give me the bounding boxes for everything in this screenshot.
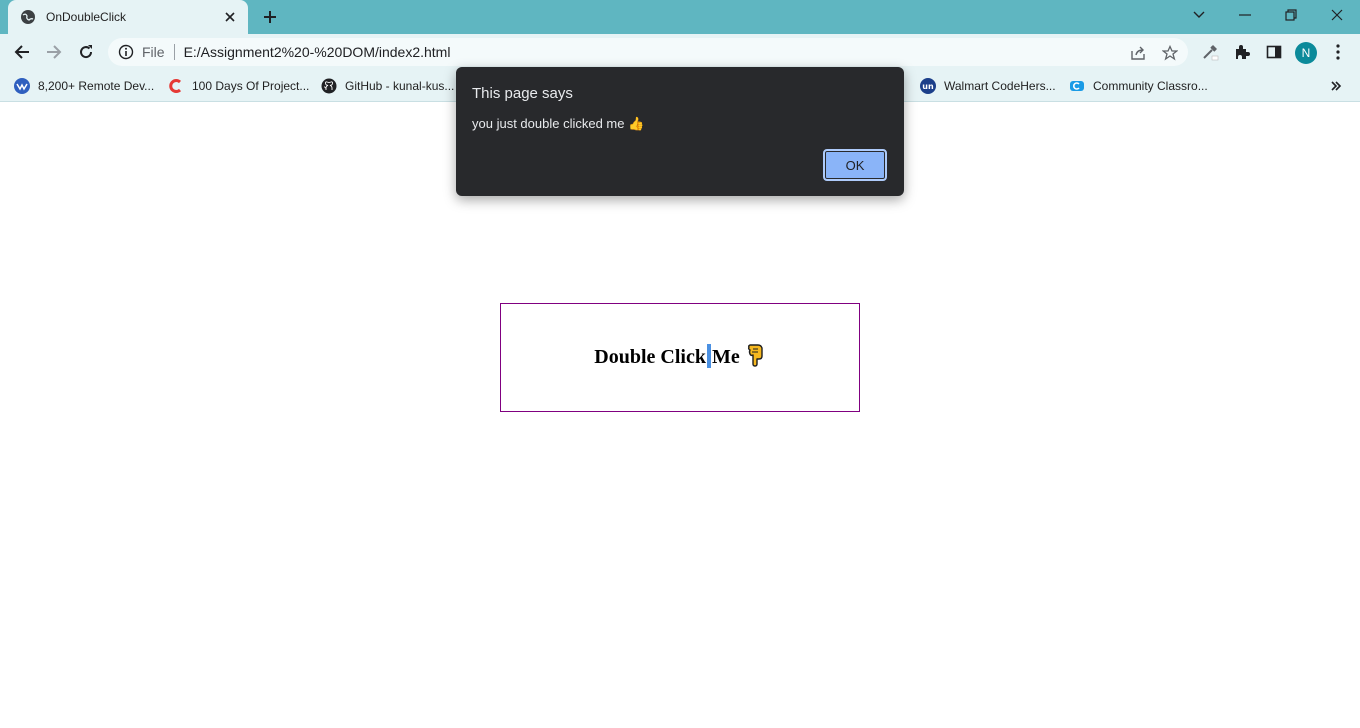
bookmark-item[interactable]: 8,200+ Remote Dev...	[14, 76, 154, 96]
side-panel-icon[interactable]	[1260, 38, 1288, 66]
minimize-icon[interactable]	[1222, 0, 1268, 30]
new-tab-icon[interactable]	[258, 5, 282, 29]
menu-kebab-icon[interactable]	[1324, 38, 1352, 66]
svg-text:un: un	[922, 82, 934, 91]
more-bookmarks-icon[interactable]	[1330, 76, 1342, 96]
text-caret	[706, 343, 711, 368]
double-click-text: Double Click Me	[594, 343, 765, 373]
url-text[interactable]: E:/Assignment2%20-%20DOM/index2.html	[184, 44, 451, 60]
remote-dev-icon	[14, 78, 30, 94]
bookmark-item[interactable]: un Walmart CodeHers...	[920, 76, 1056, 96]
ok-button[interactable]: OK	[823, 149, 887, 181]
eyedropper-extension-icon[interactable]	[1196, 38, 1224, 66]
close-window-icon[interactable]	[1314, 0, 1360, 30]
classroom-icon	[1069, 78, 1085, 94]
tab-search-icon[interactable]	[1176, 0, 1222, 30]
profile-avatar[interactable]: N	[1295, 42, 1317, 64]
globe-icon	[20, 9, 36, 25]
unstop-icon: un	[920, 78, 936, 94]
pointing-down-hand-icon	[746, 343, 766, 373]
browser-toolbar: File E:/Assignment2%20-%20DOM/index2.htm…	[0, 34, 1360, 70]
dialog-message: you just double clicked me 👍	[472, 116, 645, 131]
address-bar[interactable]: File E:/Assignment2%20-%20DOM/index2.htm…	[108, 38, 1188, 66]
restore-icon[interactable]	[1268, 0, 1314, 30]
tab-strip: OnDoubleClick	[0, 0, 1360, 34]
bookmark-item[interactable]: Community Classro...	[1069, 76, 1208, 96]
tab-title: OnDoubleClick	[46, 10, 127, 24]
reload-icon[interactable]	[72, 38, 100, 66]
dialog-title: This page says	[472, 85, 573, 102]
double-click-box[interactable]: Double Click Me	[500, 303, 860, 412]
omnibox-separator	[173, 44, 175, 60]
box-text-after: Me	[711, 345, 740, 368]
github-icon	[321, 78, 337, 94]
tab-close-icon[interactable]	[222, 9, 238, 25]
box-text-before: Double Click	[594, 345, 706, 368]
bookmark-item[interactable]: 100 Days Of Project...	[168, 76, 309, 96]
alert-dialog: This page says you just double clicked m…	[456, 67, 904, 196]
extensions-icon[interactable]	[1228, 38, 1256, 66]
forward-icon[interactable]	[40, 38, 68, 66]
tab-ondoubleclick[interactable]: OnDoubleClick	[8, 0, 248, 34]
back-icon[interactable]	[8, 38, 36, 66]
c-logo-icon	[168, 78, 184, 94]
bookmark-star-icon[interactable]	[1161, 44, 1179, 62]
scheme-label: File	[142, 44, 165, 60]
info-icon[interactable]	[118, 44, 134, 60]
share-icon[interactable]	[1129, 44, 1147, 62]
bookmark-item[interactable]: GitHub - kunal-kus...	[321, 76, 454, 96]
